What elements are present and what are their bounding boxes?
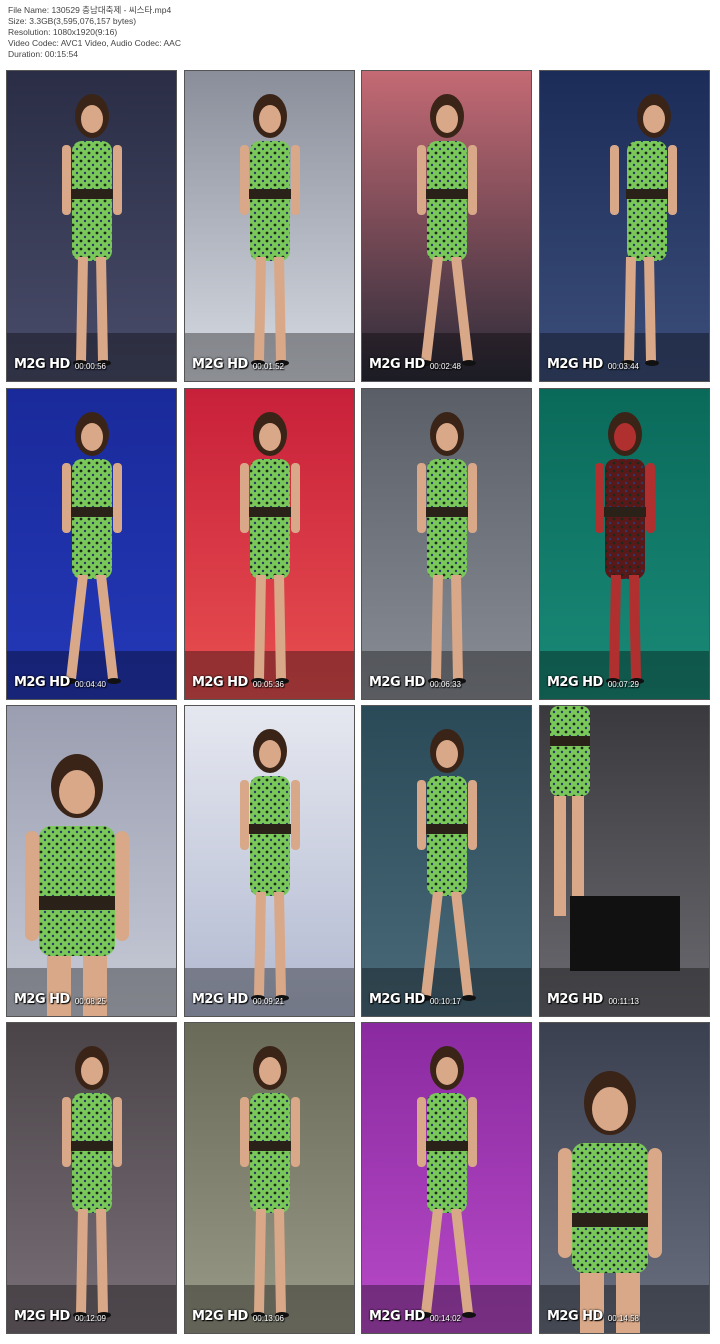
file-info: File Name: 130529 충남대축제 - 씨스타.mp4 Size: … [8,5,181,60]
watermark-logo: M2G HD [192,675,248,690]
timestamp: 00:06:33 [429,680,461,689]
video-thumbnail: M2G HD 00:00:56 [6,70,177,382]
thumbnail-frame-image [185,706,354,1016]
timestamp: 00:14:02 [429,1314,461,1323]
timestamp: 00:12:09 [74,1314,106,1323]
watermark-logo: M2G HD [14,357,70,372]
thumbnail-grid: M2G HD 00:00:56 M2G HD 00:01:52 M2G HD 0… [6,70,713,1338]
timestamp: 00:01:52 [252,362,284,371]
watermark-logo: M2G HD [547,357,603,372]
thumbnail-frame-image [7,71,176,381]
thumbnail-frame-image [7,706,176,1016]
timestamp: 00:13:06 [252,1314,284,1323]
thumbnail-frame-image [540,706,709,1016]
file-codec: Video Codec: AVC1 Video, Audio Codec: AA… [8,38,181,48]
watermark-logo: M2G HD [192,992,248,1007]
video-thumbnail: M2G HD 00:07:29 [539,388,710,700]
watermark-logo: M2G HD [14,675,70,690]
thumbnail-frame-image [362,389,531,699]
watermark-logo: M2G HD [369,675,425,690]
video-thumbnail: M2G HD 00:11:13 [539,705,710,1017]
thumbnail-frame-image [362,1023,531,1333]
thumbnail-frame-image [540,389,709,699]
timestamp: 00:11:13 [608,997,639,1006]
file-name: File Name: 130529 충남대축제 - 씨스타.mp4 [8,5,172,15]
video-thumbnail: M2G HD 00:10:17 [361,705,532,1017]
video-thumbnail: M2G HD 00:01:52 [184,70,355,382]
watermark-logo: M2G HD [192,357,248,372]
thumbnail-frame-image [362,706,531,1016]
timestamp: 00:03:44 [607,362,639,371]
timestamp: 00:04:40 [74,680,106,689]
thumbnail-frame-image [540,71,709,381]
watermark-logo: M2G HD [547,675,603,690]
timestamp: 00:08:25 [74,997,106,1006]
video-thumbnail: M2G HD 00:12:09 [6,1022,177,1334]
file-size: Size: 3.3GB(3,595,076,157 bytes) [8,16,137,26]
thumbnail-frame-image [185,1023,354,1333]
watermark-logo: M2G HD [192,1309,248,1324]
watermark-logo: M2G HD [547,1309,603,1324]
timestamp: 00:14:58 [607,1314,639,1323]
timestamp: 00:02:48 [429,362,461,371]
thumbnail-frame-image [185,71,354,381]
watermark-logo: M2G HD [369,1309,425,1324]
thumbnail-frame-image [7,1023,176,1333]
video-thumbnail: M2G HD 00:14:02 [361,1022,532,1334]
timestamp: 00:05:36 [252,680,284,689]
timestamp: 00:10:17 [429,997,461,1006]
thumbnail-frame-image [362,71,531,381]
watermark-logo: M2G HD [369,357,425,372]
thumbnail-frame-image [7,389,176,699]
watermark-logo: M2G HD [14,1309,70,1324]
video-thumbnail: M2G HD 00:06:33 [361,388,532,700]
video-thumbnail: M2G HD 00:13:06 [184,1022,355,1334]
watermark-logo: M2G HD [14,992,70,1007]
timestamp: 00:07:29 [607,680,639,689]
video-thumbnail: M2G HD 00:14:58 [539,1022,710,1334]
video-thumbnail: M2G HD 00:03:44 [539,70,710,382]
thumbnail-frame-image [540,1023,709,1333]
video-thumbnail: M2G HD 00:02:48 [361,70,532,382]
video-thumbnail: M2G HD 00:05:36 [184,388,355,700]
thumbnail-frame-image [185,389,354,699]
watermark-logo: M2G HD [547,992,603,1007]
watermark-logo: M2G HD [369,992,425,1007]
video-thumbnail: M2G HD 00:08:25 [6,705,177,1017]
video-thumbnail: M2G HD 00:04:40 [6,388,177,700]
file-resolution: Resolution: 1080x1920(9:16) [8,27,118,37]
file-duration: Duration: 00:15:54 [8,49,78,59]
timestamp: 00:09:21 [252,997,284,1006]
video-thumbnail: M2G HD 00:09:21 [184,705,355,1017]
timestamp: 00:00:56 [74,362,106,371]
